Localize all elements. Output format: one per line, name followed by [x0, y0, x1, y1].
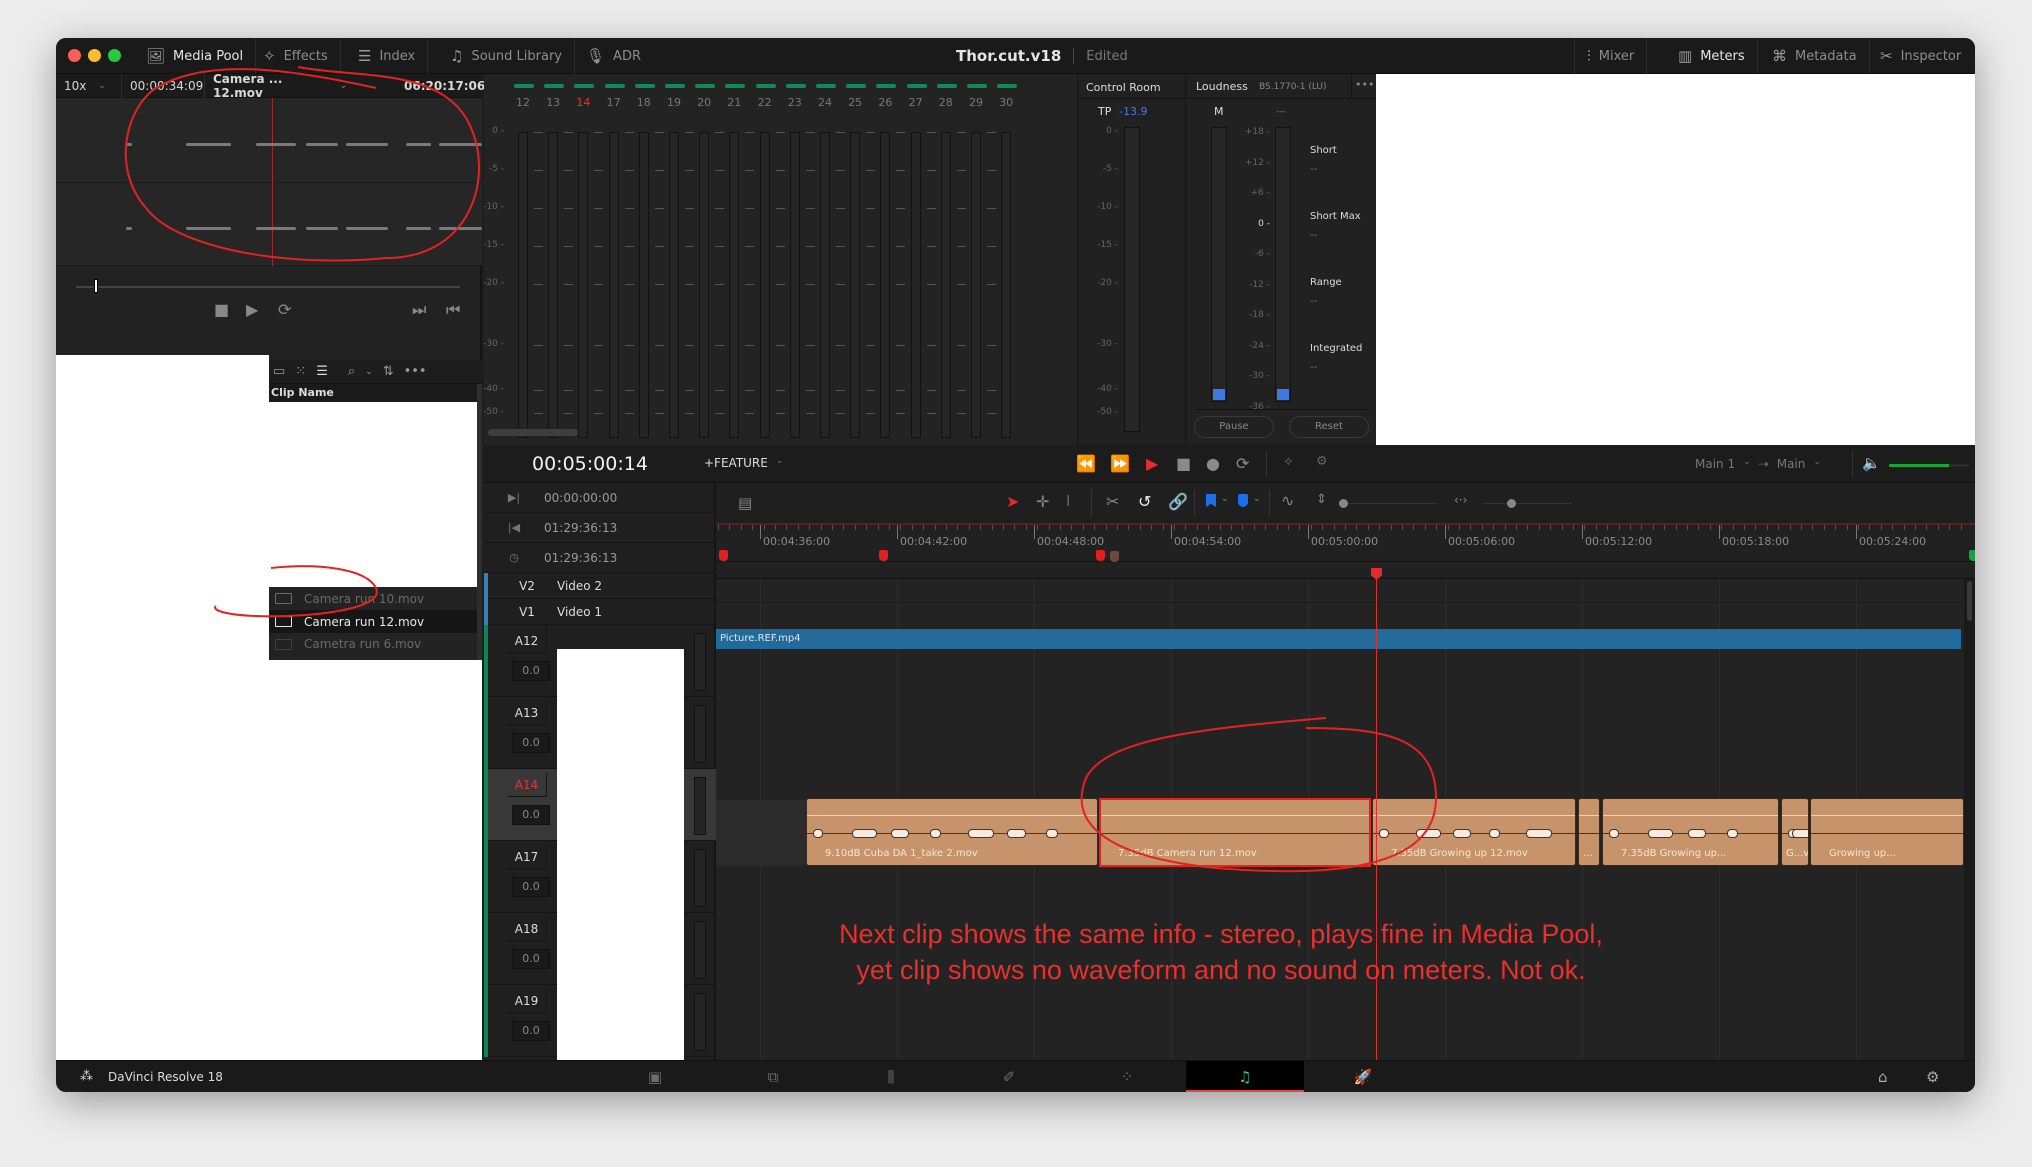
annotation-circle-media-pool — [214, 565, 378, 618]
deliver-page-icon: 🚀 — [1353, 1068, 1373, 1086]
fairlight-page-icon: ♫ — [1238, 1068, 1252, 1086]
page-tab-deliver[interactable]: 🚀 — [1304, 1061, 1422, 1092]
annotation-line-2: yet clip shows no waveform and no sound … — [856, 955, 1586, 985]
home-icon[interactable]: ⌂ — [1878, 1068, 1888, 1086]
page-tab-cut[interactable]: ⧉ — [714, 1061, 832, 1092]
page-tab-color[interactable]: ⁘ — [1068, 1061, 1186, 1092]
annotation-circle-timeline-clip — [1080, 717, 1438, 873]
page-navigation-bar: ⁂ DaVinci Resolve 18 ▣ ⧉ ⫼ ✐ ⁘ ♫ 🚀 ⌂ ⚙ — [56, 1060, 1975, 1092]
page-tab-edit[interactable]: ⫼ — [832, 1061, 950, 1092]
settings-gear-icon[interactable]: ⚙ — [1926, 1068, 1939, 1086]
app-window: 🖼 Media Pool ✧ Effects ☰ Index ♫ Sound L… — [56, 38, 1975, 1092]
annotation-text: Next clip shows the same info - stereo, … — [796, 916, 1646, 988]
edit-page-icon: ⫼ — [887, 1068, 895, 1086]
annotation-circle-viewer — [124, 66, 480, 262]
media-page-icon: ▣ — [647, 1068, 663, 1086]
page-tab-media[interactable]: ▣ — [596, 1061, 714, 1092]
davinci-logo-icon: ⁂ — [80, 1069, 93, 1084]
fusion-page-icon: ✐ — [1002, 1068, 1016, 1086]
page-tab-fairlight[interactable]: ♫ — [1186, 1061, 1304, 1092]
color-page-icon: ⁘ — [1120, 1068, 1134, 1086]
annotation-highlight-box — [1099, 798, 1371, 867]
app-name: DaVinci Resolve 18 — [108, 1070, 223, 1084]
annotation-line-1: Next clip shows the same info - stereo, … — [839, 919, 1603, 949]
page-tab-fusion[interactable]: ✐ — [950, 1061, 1068, 1092]
cut-page-icon: ⧉ — [767, 1068, 779, 1086]
